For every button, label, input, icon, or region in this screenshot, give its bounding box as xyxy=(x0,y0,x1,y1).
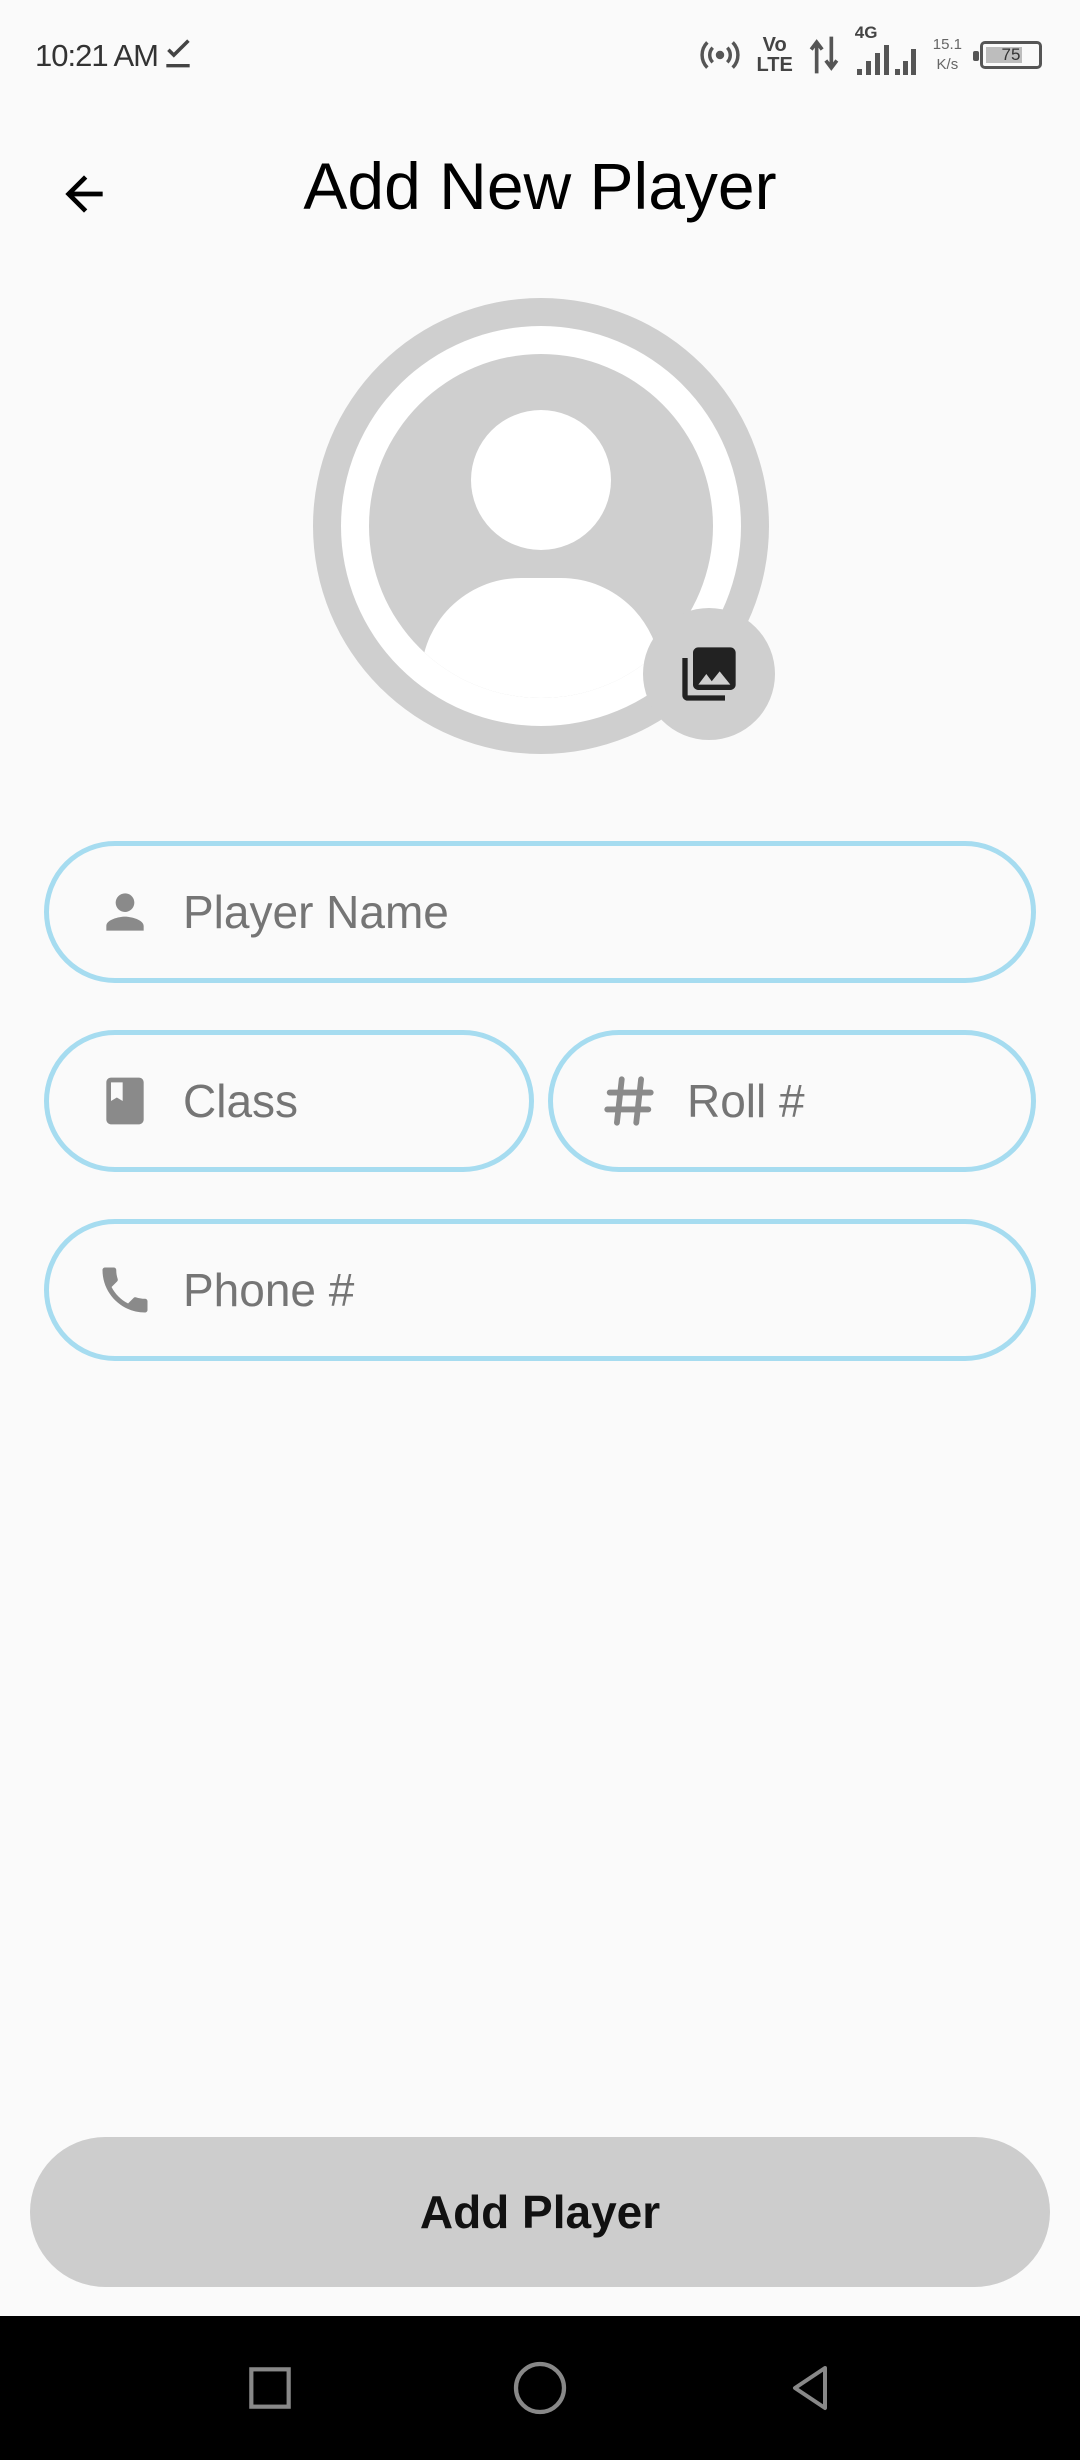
class-input[interactable] xyxy=(183,1074,529,1128)
hash-icon xyxy=(599,1071,659,1131)
battery-icon: 75 xyxy=(973,41,1042,69)
add-player-button[interactable]: Add Player xyxy=(30,2137,1050,2287)
battery-level-text: 75 xyxy=(1001,45,1021,64)
class-book-icon xyxy=(95,1071,155,1131)
hotspot-icon xyxy=(699,41,740,69)
app-bar: Add New Player xyxy=(0,120,1080,260)
network-signal: 4G xyxy=(855,23,919,82)
nav-back-button[interactable] xyxy=(770,2348,850,2428)
triangle-back-icon xyxy=(793,2366,827,2410)
volte-top-label: Vo xyxy=(762,34,787,56)
photo-library-icon xyxy=(682,647,736,701)
download-done-icon xyxy=(166,39,190,68)
phone-icon xyxy=(95,1260,155,1320)
home-button[interactable] xyxy=(500,2348,580,2428)
network-speed: 15.1 K/s xyxy=(933,35,962,75)
roll-number-field[interactable] xyxy=(548,1030,1036,1172)
speed-unit: K/s xyxy=(936,56,959,73)
status-time: 10:21 AM xyxy=(35,38,159,73)
system-navigation-bar xyxy=(0,2316,1080,2460)
avatar-body xyxy=(421,578,661,698)
recents-button[interactable] xyxy=(230,2348,310,2428)
phone-field[interactable] xyxy=(44,1219,1036,1361)
player-name-input[interactable] xyxy=(183,885,1031,939)
status-icons: Vo LTE 4G 15.1 K/s 75 xyxy=(697,23,1042,82)
data-arrows-icon xyxy=(809,36,839,74)
class-field[interactable] xyxy=(44,1030,534,1172)
page-title: Add New Player xyxy=(303,149,777,223)
phone-input[interactable] xyxy=(183,1263,1031,1317)
player-name-field[interactable] xyxy=(44,841,1036,983)
volte-indicator: Vo LTE xyxy=(757,35,793,75)
circle-icon xyxy=(513,2361,567,2415)
roll-number-input[interactable] xyxy=(687,1074,1031,1128)
avatar-picker[interactable] xyxy=(313,298,775,754)
square-icon xyxy=(249,2367,291,2409)
volte-bottom-label: LTE xyxy=(756,54,793,76)
avatar-head xyxy=(471,410,611,550)
battery-nub xyxy=(973,51,979,61)
network-type-label: 4G xyxy=(854,22,878,42)
status-bar: 10:21 AM Vo LTE 4G 15.1 K/s 75 xyxy=(0,0,1080,110)
choose-photo-button[interactable] xyxy=(643,608,775,740)
speed-value: 15.1 xyxy=(932,36,962,53)
person-icon xyxy=(95,882,155,942)
